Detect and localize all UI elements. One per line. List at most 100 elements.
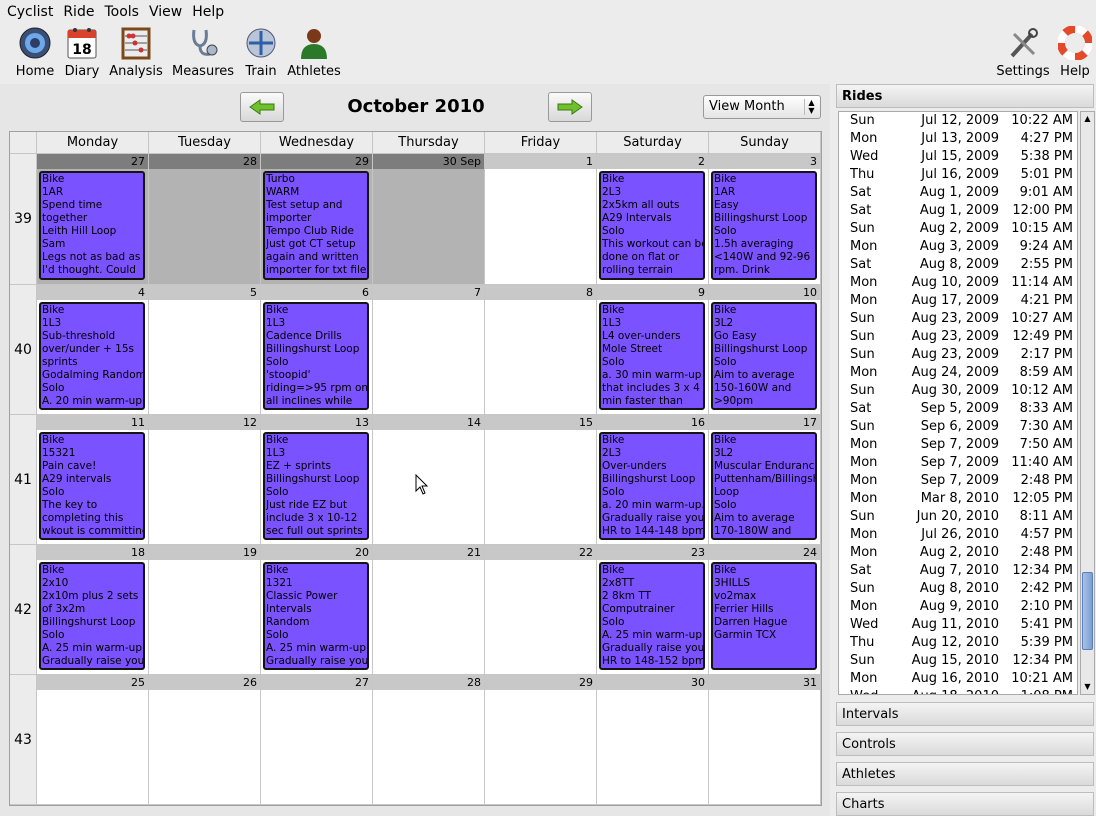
day-cell[interactable]: 18 Bike 2x10 2x10m plus 2 sets of 3x2m Billin… [37,545,149,675]
day-cell[interactable]: 13 Bike 1L3 EZ + sprints Billingshurst Loop S… [261,415,373,545]
ride-list-row[interactable]: Mon Aug 24, 2009 8:59 AM [839,364,1077,382]
ride-list-row[interactable]: Sun Sep 6, 2009 7:30 AM [839,418,1077,436]
day-cell[interactable]: 11 Bike 15321 Pain cave! A29 intervals Solo Th… [37,415,149,545]
ride-list-row[interactable]: Sun Jul 12, 2009 10:22 AM [839,112,1077,130]
scroll-up-icon[interactable]: ▲ [1081,112,1094,126]
day-cell[interactable]: 6 Bike 1L3 Cadence Drills Billingshurst Loop… [261,285,373,415]
scroll-down-icon[interactable]: ▼ [1081,680,1094,694]
ride-entry[interactable]: Turbo WARM Test setup and importer Tempo Clu… [263,171,369,280]
home-button[interactable]: Home [14,26,56,79]
view-select[interactable]: View Month ▲ ▼ [703,95,821,119]
ride-list-row[interactable]: Thu Aug 12, 2010 5:39 PM [839,634,1077,652]
ride-entry[interactable]: Bike 1L3 L4 over-unders Mole Street Solo a. 3… [599,302,705,410]
athletes-section-header[interactable]: Athletes [836,762,1094,786]
ride-list-row[interactable]: Sun Aug 23, 2009 10:27 AM [839,310,1077,328]
day-cell[interactable]: 29 [485,675,597,805]
train-button[interactable]: Train [242,26,280,79]
rides-list[interactable]: Sun Jul 12, 2009 10:22 AM Mon Jul 13, 2009 4:… [838,111,1078,695]
ride-entry[interactable]: Bike 1AR Spend time together Leith Hill Loop… [39,171,145,280]
menu-view[interactable]: View [144,4,187,20]
day-cell[interactable]: 21 [373,545,485,675]
ride-list-row[interactable]: Mon Mar 8, 2010 12:05 PM [839,490,1077,508]
intervals-section-header[interactable]: Intervals [836,702,1094,726]
day-cell[interactable]: 1 [485,154,597,285]
day-cell[interactable]: 27 Bike 1AR Spend time together Leith Hill Lo… [37,154,149,285]
ride-entry[interactable]: Bike 1L3 Sub-threshold over/under + 15s spri… [39,302,145,410]
day-cell[interactable]: 16 Bike 2L3 Over-unders Billingshurst Loop So… [597,415,709,545]
day-cell[interactable]: 10 Bike 3L2 Go Easy Billingshurst Loop Solo Ai… [709,285,821,415]
ride-entry[interactable]: Bike 2L3 Over-unders Billingshurst Loop Solo… [599,432,705,540]
ride-entry[interactable]: Bike 3L2 Go Easy Billingshurst Loop Solo Aim … [711,302,817,410]
ride-list-row[interactable]: WedAug 18, 20101:08 PM [839,688,1077,694]
help-button[interactable]: Help [1057,25,1093,79]
menu-help[interactable]: Help [187,4,229,20]
day-cell[interactable]: 25 [37,675,149,805]
day-cell[interactable]: 5 [149,285,261,415]
day-cell[interactable]: 20 Bike 1321 Classic Power Intervals Random So… [261,545,373,675]
menu-tools[interactable]: Tools [99,4,144,20]
ride-list-row[interactable]: Mon Sep 7, 2009 11:40 AM [839,454,1077,472]
rides-section-header[interactable]: Rides [836,84,1094,108]
ride-list-row[interactable]: Sun Jun 20, 2010 8:11 AM [839,508,1077,526]
ride-entry[interactable]: Bike 2L3 2x5km all outs A29 Intervals Solo Th… [599,171,705,280]
ride-list-row[interactable]: Mon Aug 17, 2009 4:21 PM [839,292,1077,310]
scrollbar-thumb[interactable] [1082,572,1093,650]
day-cell[interactable]: 7 [373,285,485,415]
ride-list-row[interactable]: Sat Aug 8, 2009 2:55 PM [839,256,1077,274]
ride-entry[interactable]: Bike 1AR Easy Billingshurst Loop Solo 1.5h av… [711,171,817,280]
ride-list-row[interactable]: Sat Aug 1, 2009 12:00 PM [839,202,1077,220]
diary-button[interactable]: 18 Diary [62,26,102,79]
day-cell[interactable]: 8 [485,285,597,415]
ride-list-row[interactable]: Sun Aug 23, 2009 12:49 PM [839,328,1077,346]
day-cell[interactable]: 22 [485,545,597,675]
ride-list-row[interactable]: Thu Jul 16, 2009 5:01 PM [839,166,1077,184]
day-cell[interactable]: 29 Turbo WARM Test setup and importer Tempo C… [261,154,373,285]
settings-button[interactable]: Settings [996,26,1050,79]
ride-list-row[interactable]: Wed Aug 11, 2010 5:41 PM [839,616,1077,634]
ride-entry[interactable]: Bike 1L3 EZ + sprints Billingshurst Loop Sol… [263,432,369,540]
ride-list-row[interactable]: Mon Aug 3, 2009 9:24 AM [839,238,1077,256]
ride-list-row[interactable]: Sun Aug 30, 2009 10:12 AM [839,382,1077,400]
rides-scrollbar[interactable]: ▲ ▼ [1080,111,1095,695]
day-cell[interactable]: 27 [261,675,373,805]
next-month-button[interactable] [548,92,592,122]
day-cell[interactable]: 28 [149,154,261,285]
ride-list-row[interactable]: Mon Aug 2, 2010 2:48 PM [839,544,1077,562]
day-cell[interactable]: 14 [373,415,485,545]
ride-entry[interactable]: Bike 15321 Pain cave! A29 intervals Solo The … [39,432,145,540]
ride-list-row[interactable]: Sat Sep 5, 2009 8:33 AM [839,400,1077,418]
ride-list-row[interactable]: Sun Aug 2, 2009 10:15 AM [839,220,1077,238]
day-cell[interactable]: 26 [149,675,261,805]
day-cell[interactable]: 3 Bike 1AR Easy Billingshurst Loop Solo 1.5h a… [709,154,821,285]
menu-ride[interactable]: Ride [58,4,99,20]
ride-list-row[interactable]: Sun Aug 15, 2010 12:34 PM [839,652,1077,670]
analysis-button[interactable]: Analysis [108,26,164,79]
day-cell[interactable]: 30 [597,675,709,805]
ride-list-row[interactable]: Wed Jul 15, 2009 5:38 PM [839,148,1077,166]
ride-entry[interactable]: Bike 2x10 2x10m plus 2 sets of 3x2m Billings… [39,562,145,670]
ride-entry[interactable]: Bike 3L2 Muscular Endurance Puttenham/Billi… [711,432,817,540]
day-cell[interactable]: 2 Bike 2L3 2x5km all outs A29 Intervals Solo T… [597,154,709,285]
menu-cyclist[interactable]: Cyclist [2,4,58,20]
day-cell[interactable]: 23 Bike 2x8TT 2 8km TT Computrainer Solo A. 25… [597,545,709,675]
ride-list-row[interactable]: Mon Aug 16, 2010 10:21 AM [839,670,1077,688]
ride-entry[interactable]: Bike 2x8TT 2 8km TT Computrainer Solo A. 25 m… [599,562,705,670]
day-cell[interactable]: 24 Bike 3HILLS vo2max Ferrier Hills Darren Ha… [709,545,821,675]
ride-list-row[interactable]: Mon Jul 13, 2009 4:27 PM [839,130,1077,148]
day-cell[interactable]: 9 Bike 1L3 L4 over-unders Mole Street Solo a. … [597,285,709,415]
ride-list-row[interactable]: Mon Sep 7, 2009 7:50 AM [839,436,1077,454]
previous-month-button[interactable] [240,92,284,122]
athletes-button[interactable]: Athletes [286,26,342,79]
ride-list-row[interactable]: Sat Aug 1, 2009 9:01 AM [839,184,1077,202]
ride-list-row[interactable]: Mon Aug 9, 2010 2:10 PM [839,598,1077,616]
day-cell[interactable]: 15 [485,415,597,545]
ride-list-row[interactable]: Sat Aug 7, 2010 12:34 PM [839,562,1077,580]
day-cell[interactable]: 17 Bike 3L2 Muscular Endurance Puttenham/Bil… [709,415,821,545]
day-cell[interactable]: 31 [709,675,821,805]
day-cell[interactable]: 30 Sep [373,154,485,285]
measures-button[interactable]: Measures [172,26,234,79]
ride-list-row[interactable]: Mon Sep 7, 2009 2:48 PM [839,472,1077,490]
day-cell[interactable]: 19 [149,545,261,675]
ride-list-row[interactable]: Sun Aug 23, 2009 2:17 PM [839,346,1077,364]
ride-list-row[interactable]: Mon Aug 10, 2009 11:14 AM [839,274,1077,292]
